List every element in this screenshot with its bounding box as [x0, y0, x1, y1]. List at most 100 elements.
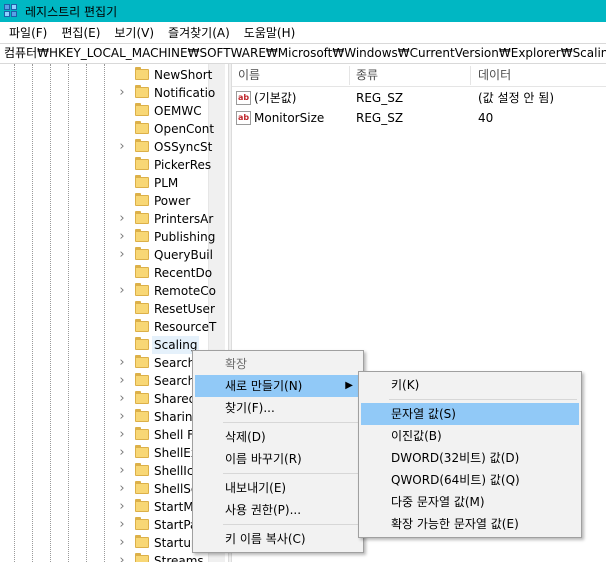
- submenu-item[interactable]: 문자열 값(S): [361, 403, 579, 425]
- chevron-right-icon[interactable]: ›: [116, 498, 128, 516]
- tree-item[interactable]: › Search: [0, 354, 210, 372]
- value-type: REG_SZ: [356, 91, 404, 105]
- folder-icon: [135, 103, 149, 116]
- folder-icon: [135, 229, 149, 242]
- submenu-arrow-icon: ▶: [345, 380, 353, 391]
- tree-item[interactable]: › QueryBuil: [0, 246, 213, 264]
- context-menu-item[interactable]: 내보내기(E): [195, 477, 361, 499]
- tree-item[interactable]: › StartPa: [0, 516, 210, 534]
- tree-item[interactable]: › RemoteCo: [0, 282, 216, 300]
- tree-item[interactable]: Power: [0, 192, 210, 210]
- tree-item[interactable]: › ShellSe: [0, 480, 210, 498]
- menu-separator: [223, 473, 359, 474]
- menu-file[interactable]: 파일(F): [2, 24, 54, 41]
- submenu-item[interactable]: 확장 가능한 문자열 값(E): [361, 513, 579, 535]
- tree-item[interactable]: › Notificatio: [0, 84, 215, 102]
- chevron-right-icon[interactable]: ›: [116, 552, 128, 562]
- folder-icon: [135, 319, 149, 332]
- tree-item-label: Power: [154, 194, 191, 208]
- context-menu-item[interactable]: 새로 만들기(N) ▶: [195, 375, 361, 397]
- column-header-name[interactable]: 이름: [238, 64, 260, 87]
- column-divider[interactable]: [349, 66, 350, 85]
- submenu-item[interactable]: 이진값(B): [361, 425, 579, 447]
- context-menu-item[interactable]: 삭제(D): [195, 426, 361, 448]
- tree-item[interactable]: Scaling: [0, 336, 210, 354]
- submenu-item[interactable]: 다중 문자열 값(M): [361, 491, 579, 513]
- folder-icon: [135, 211, 149, 224]
- chevron-right-icon[interactable]: ›: [116, 390, 128, 408]
- tree-item[interactable]: › Publishing: [0, 228, 215, 246]
- chevron-right-icon[interactable]: ›: [116, 354, 128, 372]
- tree-item[interactable]: ResetUser: [0, 300, 215, 318]
- tree-item[interactable]: NewShort: [0, 66, 212, 84]
- chevron-right-icon[interactable]: ›: [116, 372, 128, 390]
- chevron-right-icon[interactable]: ›: [116, 282, 128, 300]
- context-menu-item-label: 내보내기(E): [225, 481, 287, 495]
- folder-icon: [135, 553, 149, 562]
- tree-item[interactable]: › StartM: [0, 498, 210, 516]
- tree-item[interactable]: ResourceT: [0, 318, 216, 336]
- chevron-right-icon[interactable]: ›: [116, 138, 128, 156]
- list-row[interactable]: ab MonitorSize REG_SZ 40: [232, 108, 606, 128]
- folder-icon: [135, 499, 149, 512]
- chevron-right-icon[interactable]: ›: [116, 210, 128, 228]
- tree-item[interactable]: › Sharing: [0, 408, 210, 426]
- submenu-item[interactable]: DWORD(32비트) 값(D): [361, 447, 579, 469]
- context-menu-item[interactable]: 이름 바꾸기(R): [195, 448, 361, 470]
- submenu-item[interactable]: 키(K): [361, 374, 579, 396]
- tree-item[interactable]: › Shell F: [0, 426, 210, 444]
- chevron-right-icon[interactable]: ›: [116, 84, 128, 102]
- chevron-right-icon[interactable]: ›: [116, 480, 128, 498]
- tree-item[interactable]: › Shared: [0, 390, 210, 408]
- context-menu-item[interactable]: 사용 권한(P)...: [195, 499, 361, 521]
- value-data: 40: [478, 111, 494, 125]
- address-bar[interactable]: 컴퓨터₩HKEY_LOCAL_MACHINE₩SOFTWARE₩Microsof…: [0, 43, 606, 64]
- column-header-type[interactable]: 종류: [356, 64, 378, 87]
- tree-item[interactable]: OEMWC: [0, 102, 210, 120]
- tree-item-label: Publishing: [154, 230, 216, 244]
- menu-view[interactable]: 보기(V): [107, 24, 161, 41]
- context-menu-item[interactable]: 찾기(F)...: [195, 397, 361, 419]
- tree-item[interactable]: › Startup: [0, 534, 210, 552]
- tree-item[interactable]: › Search: [0, 372, 210, 390]
- menu-favorites[interactable]: 즐겨찾기(A): [161, 24, 237, 41]
- tree-item[interactable]: RecentDo: [0, 264, 212, 282]
- tree-item[interactable]: PickerRes: [0, 156, 211, 174]
- tree-item-label: ResetUser: [154, 302, 215, 316]
- chevron-right-icon[interactable]: ›: [116, 444, 128, 462]
- folder-icon: [135, 283, 149, 296]
- tree-item-label: RecentDo: [154, 266, 213, 280]
- submenu-item[interactable]: QWORD(64비트) 값(Q): [361, 469, 579, 491]
- tree-item[interactable]: › ShellIc: [0, 462, 210, 480]
- context-menu-item[interactable]: 키 이름 복사(C): [195, 528, 361, 550]
- tree-item[interactable]: PLM: [0, 174, 210, 192]
- chevron-right-icon[interactable]: ›: [116, 534, 128, 552]
- tree-item-label: Streams: [154, 554, 204, 562]
- column-header-data[interactable]: 데이터: [478, 64, 511, 87]
- chevron-right-icon[interactable]: ›: [116, 462, 128, 480]
- chevron-right-icon[interactable]: ›: [116, 426, 128, 444]
- tree-item[interactable]: › OSSyncSt: [0, 138, 212, 156]
- tree-item[interactable]: › Streams: [0, 552, 210, 562]
- chevron-right-icon[interactable]: ›: [116, 408, 128, 426]
- tree-item[interactable]: OpenCont: [0, 120, 214, 138]
- menu-help[interactable]: 도움말(H): [237, 24, 303, 41]
- string-value-icon: ab: [236, 91, 251, 105]
- tree-item[interactable]: › ShellEx: [0, 444, 210, 462]
- menu-edit[interactable]: 편집(E): [54, 24, 107, 41]
- folder-icon: [135, 517, 149, 530]
- title-bar[interactable]: 레지스트리 편집기: [0, 0, 606, 22]
- column-divider[interactable]: [470, 66, 471, 85]
- chevron-right-icon[interactable]: ›: [116, 246, 128, 264]
- chevron-right-icon[interactable]: ›: [116, 516, 128, 534]
- tree-item-label: StartM: [154, 500, 194, 514]
- submenu-item-label: 이진값(B): [391, 429, 442, 443]
- folder-icon: [135, 409, 149, 422]
- context-menu-item-label: 확장: [225, 357, 248, 371]
- context-menu-item-label: 찾기(F)...: [225, 401, 275, 415]
- tree-item[interactable]: › PrintersAr: [0, 210, 213, 228]
- list-row[interactable]: ab (기본값) REG_SZ (값 설정 안 됨): [232, 88, 606, 108]
- chevron-right-icon[interactable]: ›: [116, 228, 128, 246]
- folder-icon: [135, 265, 149, 278]
- tree-item-label: OSSyncSt: [154, 140, 213, 154]
